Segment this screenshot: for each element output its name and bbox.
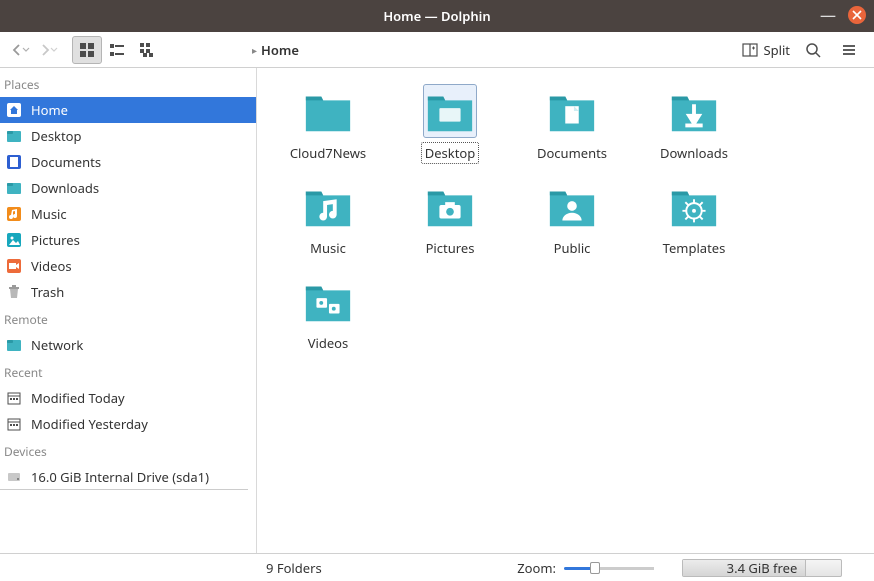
folder-pictures[interactable]: Pictures [389,177,511,272]
zoom-slider[interactable] [564,561,654,575]
sidebar-section-remote: Remote [0,305,256,332]
sidebar-item-home[interactable]: Home [0,97,256,123]
sidebar-item-desktop[interactable]: Desktop [0,123,256,149]
folder-icon [667,179,721,233]
icons-view-button[interactable] [72,36,102,64]
folder-label: Downloads [656,142,732,164]
free-space-indicator: 3.4 GiB free [682,559,842,577]
videos-orange-icon [5,257,23,275]
titlebar: Home — Dolphin — [0,0,874,32]
sidebar-item-label: Downloads [31,179,99,197]
close-button[interactable] [848,6,866,24]
folder-teal-icon [5,179,23,197]
folder-label: Public [550,237,595,259]
sidebar-section-places: Places [0,70,256,97]
details-view-button[interactable] [132,36,162,64]
calendar-icon [5,389,23,407]
music-orange-icon [5,205,23,223]
sidebar-item-documents[interactable]: Documents [0,149,256,175]
sidebar-item-videos[interactable]: Videos [0,253,256,279]
sidebar-item-label: Modified Today [31,389,125,407]
folder-label: Pictures [422,237,479,259]
folder-teal-icon [5,336,23,354]
folder-icon [423,179,477,233]
split-button[interactable]: Split [742,41,790,59]
sidebar-item-16-0-gib-internal-drive-sda1-[interactable]: 16.0 GiB Internal Drive (sda1) [0,464,248,490]
folder-icon [301,179,355,233]
trash-icon [5,283,23,301]
folder-desktop[interactable]: Desktop [389,82,511,177]
sidebar-item-label: Trash [31,283,64,301]
calendar-icon [5,415,23,433]
menu-button[interactable] [836,37,862,63]
status-summary: 9 Folders [266,559,322,577]
folder-templates[interactable]: Templates [633,177,755,272]
zoom-label: Zoom: [517,559,556,577]
search-button[interactable] [800,37,826,63]
folder-teal-icon [5,127,23,145]
folder-label: Templates [659,237,730,259]
folder-icon [545,84,599,138]
folder-music[interactable]: Music [267,177,389,272]
home-icon [5,101,23,119]
split-icon [742,42,758,58]
drive-icon [5,468,23,486]
sidebar-item-label: Pictures [31,231,80,249]
folder-videos[interactable]: Videos [267,272,389,367]
folder-icon [301,274,355,328]
folder-label: Videos [304,332,353,354]
folder-cloud7news[interactable]: Cloud7News [267,82,389,177]
compact-view-button[interactable] [102,36,132,64]
sidebar-item-trash[interactable]: Trash [0,279,256,305]
sidebar-item-label: 16.0 GiB Internal Drive (sda1) [31,468,209,486]
folder-label: Music [306,237,350,259]
forward-button[interactable] [34,36,62,64]
search-icon [805,42,821,58]
folder-icon [301,84,355,138]
folder-icon [545,179,599,233]
statusbar: 9 Folders Zoom: 3.4 GiB free [0,553,874,581]
sidebar-item-music[interactable]: Music [0,201,256,227]
sidebar-item-pictures[interactable]: Pictures [0,227,256,253]
back-button[interactable] [6,36,34,64]
sidebar-item-label: Desktop [31,127,82,145]
sidebar-section-recent: Recent [0,358,256,385]
breadcrumb[interactable]: ▸ Home [252,41,742,59]
hamburger-icon [841,42,857,58]
free-space-text: 3.4 GiB free [727,559,798,577]
window-controls: — [820,6,866,24]
folder-documents[interactable]: Documents [511,82,633,177]
chevron-right-icon: ▸ [252,43,257,57]
sidebar-section-devices: Devices [0,437,256,464]
folder-label: Documents [533,142,611,164]
sidebar-item-label: Music [31,205,67,223]
folder-label: Cloud7News [286,142,370,164]
breadcrumb-current[interactable]: Home [261,41,299,59]
view-mode-group [72,36,162,64]
document-blue-icon [5,153,23,171]
sidebar-item-label: Home [31,101,68,119]
sidebar-item-label: Videos [31,257,72,275]
window-title: Home — Dolphin [383,7,490,25]
sidebar: Places Home Desktop Documents Downloads Music… [0,68,256,553]
toolbar: ▸ Home Split [0,32,874,68]
sidebar-item-downloads[interactable]: Downloads [0,175,256,201]
sidebar-item-network[interactable]: Network [0,332,256,358]
folder-label: Desktop [421,142,480,164]
minimize-button[interactable]: — [820,7,836,23]
sidebar-item-modified-today[interactable]: Modified Today [0,385,256,411]
sidebar-item-label: Documents [31,153,101,171]
folder-icon [423,84,477,138]
sidebar-item-modified-yesterday[interactable]: Modified Yesterday [0,411,256,437]
folder-downloads[interactable]: Downloads [633,82,755,177]
pictures-teal-icon [5,231,23,249]
split-label: Split [763,41,790,59]
sidebar-item-label: Modified Yesterday [31,415,148,433]
folder-icon [667,84,721,138]
folder-public[interactable]: Public [511,177,633,272]
sidebar-item-label: Network [31,336,83,354]
folder-view[interactable]: Cloud7News Desktop Documents Downloads Music… [256,68,874,553]
